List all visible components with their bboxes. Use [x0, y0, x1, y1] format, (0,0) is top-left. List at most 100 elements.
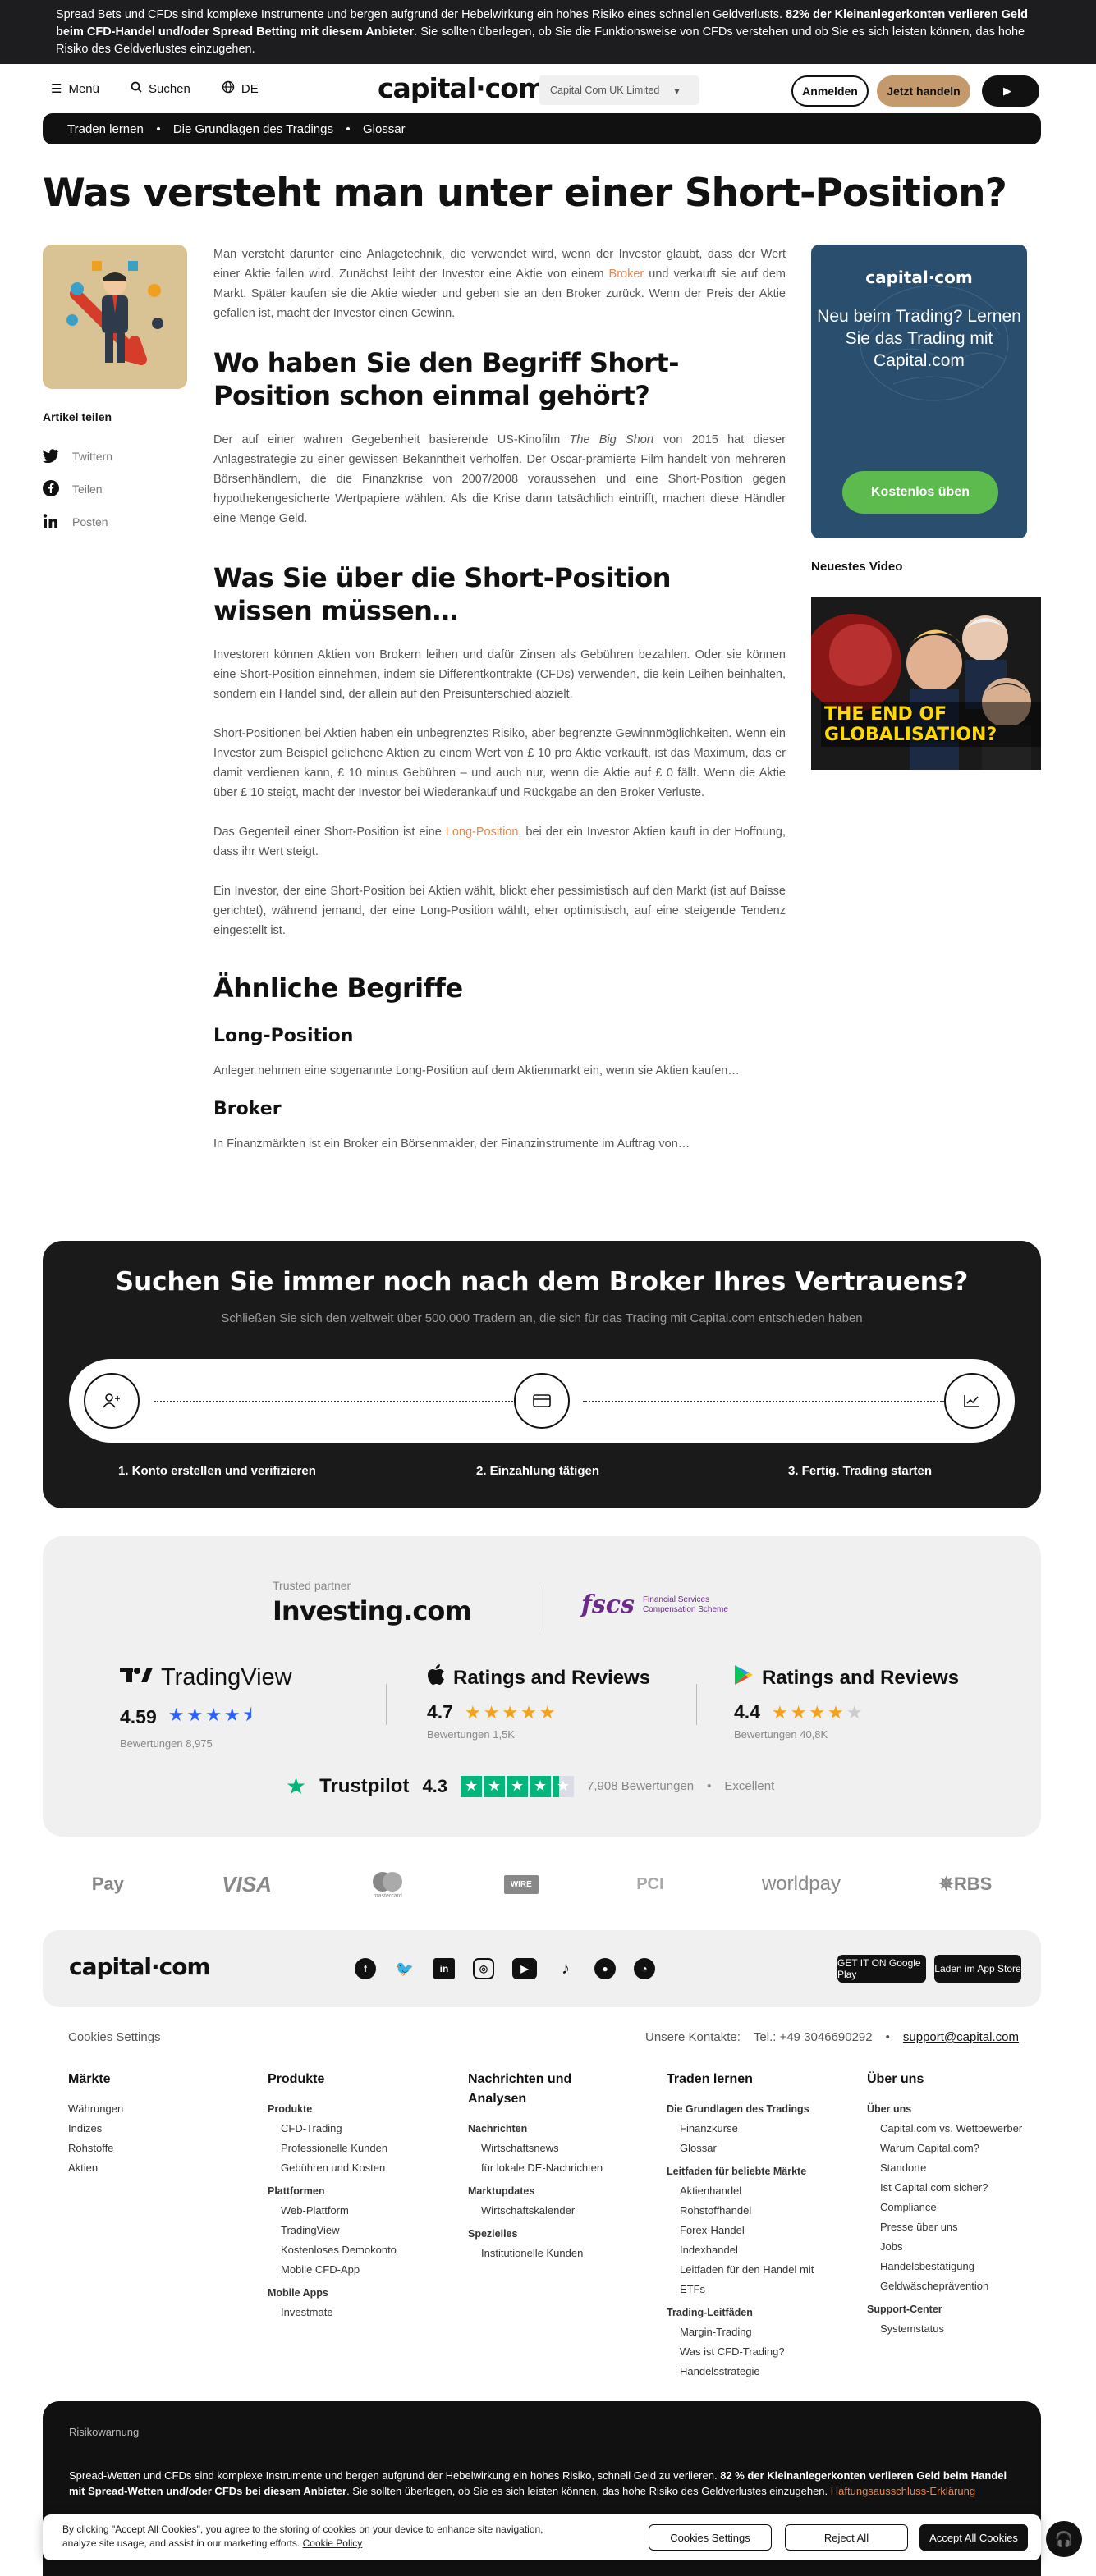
footer-link[interactable]: Investmate: [268, 2303, 440, 2322]
footer-link[interactable]: Margin-Trading: [667, 2322, 831, 2342]
add-user-icon[interactable]: [84, 1373, 140, 1429]
footer-link[interactable]: Wirtschaftsnews: [468, 2139, 632, 2158]
app-store-badge[interactable]: Laden im App Store: [934, 1955, 1021, 1983]
share-label: Twittern: [72, 450, 113, 463]
trade-now-button[interactable]: Jetzt handeln: [877, 75, 970, 107]
footer-link[interactable]: Glossar: [667, 2139, 831, 2158]
footer-link[interactable]: Was ist CFD-Trading?: [667, 2342, 831, 2362]
footer-link[interactable]: Ist Capital.com sicher?: [867, 2178, 1031, 2198]
footer-link[interactable]: Compliance: [867, 2198, 1031, 2217]
footer-link[interactable]: Handelsstrategie: [667, 2362, 831, 2382]
linkedin-icon[interactable]: in: [433, 1958, 455, 1979]
youtube-icon[interactable]: ▶: [512, 1958, 537, 1979]
long-position-link[interactable]: Long-Position: [446, 826, 519, 839]
reddit-icon[interactable]: ●: [594, 1958, 616, 1979]
footer-link[interactable]: Indexhandel: [667, 2240, 831, 2260]
twitter-icon[interactable]: 🐦: [394, 1958, 415, 1979]
footer-link[interactable]: Rohstoffe: [68, 2139, 232, 2158]
footer-subheading[interactable]: Leitfaden für beliebte Märkte: [667, 2162, 831, 2181]
footer-link[interactable]: Aktienhandel: [667, 2181, 831, 2201]
latest-video-title: Neuestes Video: [811, 560, 903, 574]
footer-link[interactable]: Geldwäscheprävention: [867, 2276, 1031, 2296]
footer-link[interactable]: Systemstatus: [867, 2319, 1031, 2339]
footer-link[interactable]: Mobile CFD-App: [268, 2260, 440, 2280]
cookie-settings-button[interactable]: Cookies Settings: [649, 2524, 772, 2551]
email-link[interactable]: support@capital.com: [903, 2030, 1019, 2044]
capital-logo[interactable]: capital·com: [378, 72, 546, 104]
video-thumbnail[interactable]: THE END OF GLOBALISATION?: [811, 597, 1041, 770]
card-icon[interactable]: [514, 1373, 570, 1429]
footer-subheading[interactable]: Speziell­es: [468, 2224, 632, 2244]
breadcrumb-item[interactable]: Glossar: [363, 122, 406, 136]
headset-icon[interactable]: 🎧: [1046, 2521, 1082, 2557]
share-twitter[interactable]: Twittern: [43, 440, 112, 473]
tradingview-name: TradingView: [161, 1664, 292, 1691]
footer-link[interactable]: Jobs: [867, 2237, 1031, 2257]
broker-link[interactable]: Broker: [609, 268, 644, 281]
footer-link[interactable]: TradingView: [268, 2221, 440, 2240]
phone-link[interactable]: Tel.: +49 3046690292: [754, 2030, 873, 2044]
footer-link[interactable]: CFD-Trading: [268, 2119, 440, 2139]
footer-link[interactable]: für lokale DE-Nachrichten: [468, 2158, 632, 2178]
footer-column-title: Traden lernen: [667, 2072, 753, 2086]
footer-subheading[interactable]: Mobile Apps: [268, 2283, 440, 2303]
footer-subheading[interactable]: Plattformen: [268, 2181, 440, 2201]
footer-subheading[interactable]: Über uns: [867, 2099, 1031, 2119]
step-label: 1. Konto erstellen und verifizieren: [118, 1464, 316, 1478]
share-facebook[interactable]: Teilen: [43, 473, 112, 506]
footer-link[interactable]: Währungen: [68, 2099, 232, 2119]
login-button[interactable]: Anmelden: [791, 75, 869, 107]
article-paragraph: Investoren können Aktien von Brokern lei…: [213, 648, 786, 701]
entity-select[interactable]: Capital Com UK Limited ▾: [539, 75, 699, 105]
footer-link[interactable]: Professionelle Kunden: [268, 2139, 440, 2158]
tiktok-icon[interactable]: ♪: [555, 1958, 576, 1979]
globe-icon: [222, 80, 235, 97]
menu-button[interactable]: ☰ Menü: [51, 80, 99, 97]
app-download-button[interactable]: ▶: [982, 75, 1039, 107]
footer-link[interactable]: Forex-Handel: [667, 2221, 831, 2240]
rating-score: 4.4: [734, 1701, 760, 1723]
related-term-title[interactable]: Broker: [213, 1099, 786, 1119]
practice-free-button[interactable]: Kostenlos üben: [842, 471, 998, 514]
footer-link[interactable]: Handelsbestätigung: [867, 2257, 1031, 2276]
share-linkedin[interactable]: Posten: [43, 506, 112, 538]
footer-link[interactable]: Web-Plattform: [268, 2201, 440, 2221]
accept-all-button[interactable]: Accept All Cookies: [919, 2524, 1028, 2551]
related-term-title[interactable]: Long-Position: [213, 1026, 786, 1046]
footer-link[interactable]: Presse über uns: [867, 2217, 1031, 2237]
search-button[interactable]: Suchen: [131, 80, 190, 97]
instagram-icon[interactable]: ◎: [473, 1958, 494, 1979]
language-selector[interactable]: DE: [222, 80, 259, 97]
footer-link[interactable]: Capital.com vs. Wettbewerber: [867, 2119, 1031, 2139]
footer-link[interactable]: Finanzkurse: [667, 2119, 831, 2139]
footer-link[interactable]: Warum Capital.com?: [867, 2139, 1031, 2158]
cookie-policy-link[interactable]: Cookie Policy: [303, 2537, 363, 2549]
breadcrumb-item[interactable]: Traden lernen: [67, 122, 144, 136]
chart-icon[interactable]: [944, 1373, 1000, 1429]
footer-link[interactable]: Gebühren und Kosten: [268, 2158, 440, 2178]
section-heading: Wo haben Sie den Begriff Short-Position …: [213, 347, 679, 411]
footer-link[interactable]: Leitfaden für den Handel mit ETFs: [667, 2260, 831, 2299]
footer-subheading[interactable]: Nachrichten: [468, 2119, 632, 2139]
footer-link[interactable]: Standorte: [867, 2158, 1031, 2178]
disclaimer-link[interactable]: Haftungsausschluss-Erklärung: [831, 2485, 975, 2497]
footer-link[interactable]: Aktien: [68, 2158, 232, 2178]
footer-subheading[interactable]: Support-Center: [867, 2299, 1031, 2319]
footer-logo[interactable]: capital·com: [69, 1953, 211, 1980]
footer-subheading[interactable]: Trading-Leitfäden: [667, 2303, 831, 2322]
footer-column-markets: Märkte Währungen Indizes Rohstoffe Aktien: [68, 2070, 232, 2178]
facebook-icon[interactable]: f: [355, 1958, 376, 1979]
footer-link[interactable]: Wirtschaftskalender: [468, 2201, 632, 2221]
reject-all-button[interactable]: Reject All: [785, 2524, 908, 2551]
footer-subheading[interactable]: Marktupdates: [468, 2181, 632, 2201]
footer-link[interactable]: Kostenloses Demokonto: [268, 2240, 440, 2260]
footer-link[interactable]: Indizes: [68, 2119, 232, 2139]
rss-icon[interactable]: ◔: [634, 1958, 655, 1979]
footer-link[interactable]: Rohstoffhandel: [667, 2201, 831, 2221]
breadcrumb-item[interactable]: Die Grundlagen des Tradings: [173, 122, 333, 136]
google-play-badge[interactable]: GET IT ON Google Play: [837, 1955, 926, 1983]
footer-subheading[interactable]: Produkte: [268, 2099, 440, 2119]
footer-subheading[interactable]: Die Grundlagen des Tradings: [667, 2099, 831, 2119]
footer-link[interactable]: Institutionelle Kunden: [468, 2244, 632, 2263]
cookies-settings-link[interactable]: Cookies Settings: [68, 2030, 161, 2044]
